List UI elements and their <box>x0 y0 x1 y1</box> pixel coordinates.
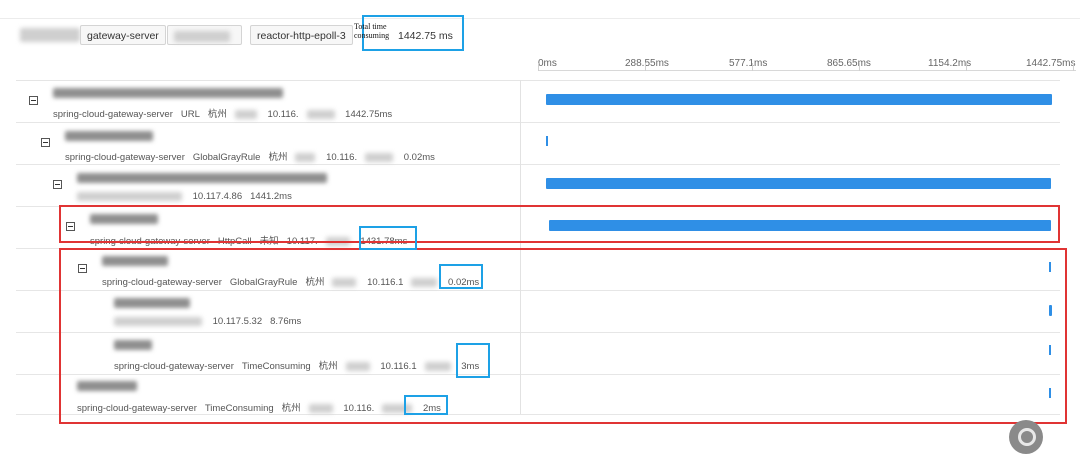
collapse-toggle-icon[interactable] <box>41 138 50 147</box>
top-divider <box>0 18 1080 19</box>
tick-label: 0ms <box>538 58 557 69</box>
help-icon[interactable] <box>1009 420 1043 454</box>
highlight-httpcall-span <box>59 205 1060 243</box>
tick-mark <box>1073 63 1074 71</box>
span-bar[interactable] <box>546 94 1052 105</box>
tick-mark <box>966 63 967 71</box>
tick-mark <box>859 63 860 71</box>
span-detail: spring-cloud-gateway-server URL 杭州 10.116.… <box>53 109 393 120</box>
tick-label: 577.1ms <box>729 58 768 69</box>
highlight-duration <box>456 343 490 378</box>
span-name <box>53 88 283 98</box>
total-time-label: Total time consuming <box>354 22 390 40</box>
span-tick[interactable] <box>546 136 548 146</box>
collapse-toggle-icon[interactable] <box>53 180 62 189</box>
tick-label: 1442.75ms <box>1026 58 1076 69</box>
span-name <box>77 173 327 183</box>
redacted-tag <box>20 28 80 42</box>
total-time-value: 1442.75 ms <box>398 30 453 42</box>
highlight-duration <box>404 395 448 415</box>
tick-label: 865.65ms <box>827 58 871 69</box>
span-bar[interactable] <box>546 178 1052 189</box>
highlight-duration <box>359 226 417 250</box>
span-detail: 10.117.4.86 1441.2ms <box>77 191 300 202</box>
span-name <box>65 131 153 141</box>
tick-label: 1154.2ms <box>928 58 972 69</box>
collapse-toggle-icon[interactable] <box>29 96 38 105</box>
thread-tag[interactable]: reactor-http-epoll-3 <box>250 25 353 45</box>
highlight-child-spans <box>59 248 1067 424</box>
timeline-axis <box>538 70 1076 71</box>
highlight-duration <box>439 264 483 289</box>
span-detail: spring-cloud-gateway-server GlobalGrayRul… <box>65 152 435 163</box>
tick-mark <box>538 63 539 71</box>
tick-mark <box>645 63 646 71</box>
redacted-tag-2[interactable] <box>167 25 242 45</box>
service-tag[interactable]: gateway-server <box>80 25 166 45</box>
tick-label: 288.55ms <box>625 58 669 69</box>
tick-mark <box>752 63 753 71</box>
